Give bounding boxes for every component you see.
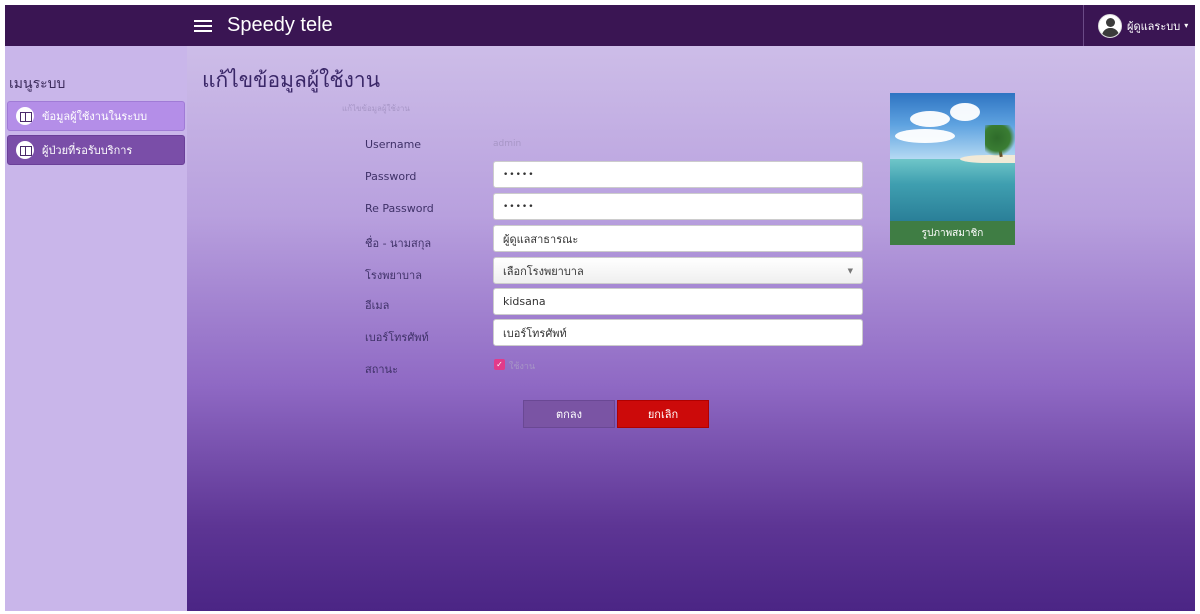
ok-button[interactable]: ตกลง [523,400,615,428]
photo-caption: รูปภาพสมาชิก [890,221,1015,245]
repassword-field[interactable]: ••••• [493,193,863,220]
app-frame: Speedy tele ผู้ดูแลระบบ ▾ เมนูระบบ ข้อมู… [5,5,1195,611]
email-field[interactable]: kidsana [493,288,863,315]
sidebar-item-label: ข้อมูลผู้ใช้งานในระบบ [42,110,148,123]
avatar [1098,13,1122,38]
status-checkbox[interactable]: ✓ [494,359,505,370]
email-label: อีเมล [365,299,390,312]
section-label: แก้ไขข้อมูลผู้ใช้งาน [342,104,410,113]
main-content: แก้ไขข้อมูลผู้ใช้งาน แก้ไขข้อมูลผู้ใช้งา… [187,46,1195,611]
phone-field[interactable]: เบอร์โทรศัพท์ [493,319,863,346]
password-label: Password [365,170,417,183]
sidebar-item-label: ผู้ป่วยที่รอรับบริการ [42,144,133,157]
user-name: ผู้ดูแลระบบ [1127,19,1181,33]
cancel-button[interactable]: ยกเลิก [617,400,709,428]
hospital-select[interactable]: เลือกโรงพยาบาล ▼ [493,257,863,284]
username-label: Username [365,138,422,151]
columns-icon [16,107,34,125]
page-title: แก้ไขข้อมูลผู้ใช้งาน [202,68,381,92]
phone-label: เบอร์โทรศัพท์ [365,331,429,344]
profile-photo [890,93,1015,221]
status-label: สถานะ [365,363,398,376]
sidebar: เมนูระบบ ข้อมูลผู้ใช้งานในระบบ ผู้ป่วยที… [5,46,187,611]
chevron-down-icon: ▾ [1184,21,1189,30]
chevron-down-icon: ▼ [847,266,853,275]
status-checkbox-label: ใช้งาน [509,362,536,372]
sidebar-title: เมนูระบบ [9,76,66,92]
brand-title[interactable]: Speedy tele [227,14,333,37]
user-menu[interactable]: ผู้ดูแลระบบ ▾ [1083,5,1195,46]
hamburger-menu-icon[interactable] [194,19,212,33]
password-field[interactable]: ••••• [493,161,863,188]
fullname-label: ชื่อ - นามสกุล [365,237,432,250]
hospital-select-value: เลือกโรงพยาบาล [503,264,584,278]
username-value: admin [493,139,522,149]
sidebar-item-users[interactable]: ข้อมูลผู้ใช้งานในระบบ [7,101,185,131]
repassword-label: Re Password [365,202,434,215]
top-navbar: Speedy tele ผู้ดูแลระบบ ▾ [5,5,1195,46]
fullname-field[interactable]: ผู้ดูแลสาธารณะ [493,225,863,252]
brand-area: Speedy tele [194,5,333,46]
sidebar-item-waiting-patients[interactable]: ผู้ป่วยที่รอรับบริการ [7,135,185,165]
hospital-label: โรงพยาบาล [365,269,422,282]
columns-icon [16,141,34,159]
